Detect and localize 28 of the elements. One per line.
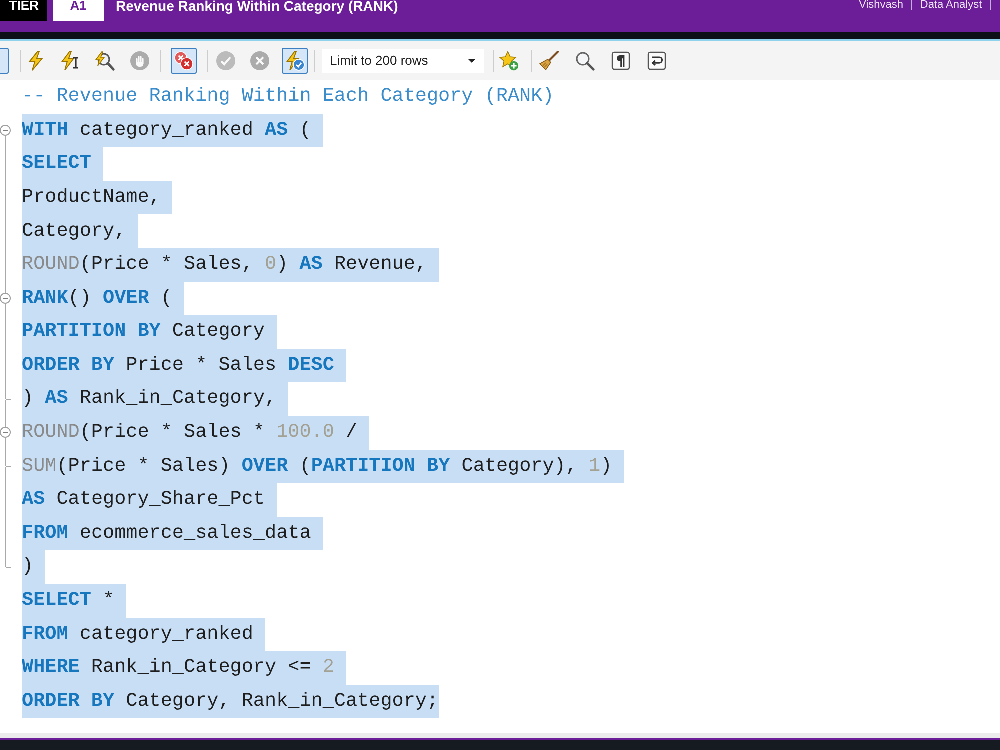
pilcrow-icon <box>611 50 631 70</box>
star-plus-icon <box>499 50 519 70</box>
caret-icon <box>468 58 476 62</box>
user-info-text: Vishvash <box>859 0 904 11</box>
code-badge: A1 <box>53 0 104 21</box>
page-title: Revenue Ranking Within Category (RANK) <box>116 0 398 13</box>
lightning-cursor-icon <box>60 50 80 70</box>
user-info-text: Data Analyst <box>920 0 982 11</box>
toggle-button[interactable] <box>171 48 197 74</box>
separator-text: | <box>910 0 914 11</box>
code-comment: -- Revenue Ranking Within Each Category (RANK) <box>22 84 554 110</box>
toggle-button[interactable] <box>282 48 308 74</box>
broom-icon <box>539 50 559 70</box>
search-icon <box>575 50 595 70</box>
separator-text: | <box>989 0 992 11</box>
collapse-icon[interactable] <box>0 124 11 136</box>
plan-badge: TIER <box>0 0 47 21</box>
collapse-icon[interactable] <box>0 292 11 304</box>
hand-icon <box>130 50 150 70</box>
collapse-icon[interactable] <box>0 427 11 438</box>
check-circle-icon <box>216 50 236 70</box>
row-limit-dropdown[interactable]: Limit to 200 rows <box>322 48 484 72</box>
cross-circle-icon <box>250 50 270 70</box>
lightning-check-icon <box>285 50 305 70</box>
magnifier-lightning-icon <box>95 50 115 70</box>
lightning-icon <box>26 50 46 70</box>
toggle-button[interactable] <box>0 48 9 74</box>
cross-circles-icon <box>174 50 194 70</box>
